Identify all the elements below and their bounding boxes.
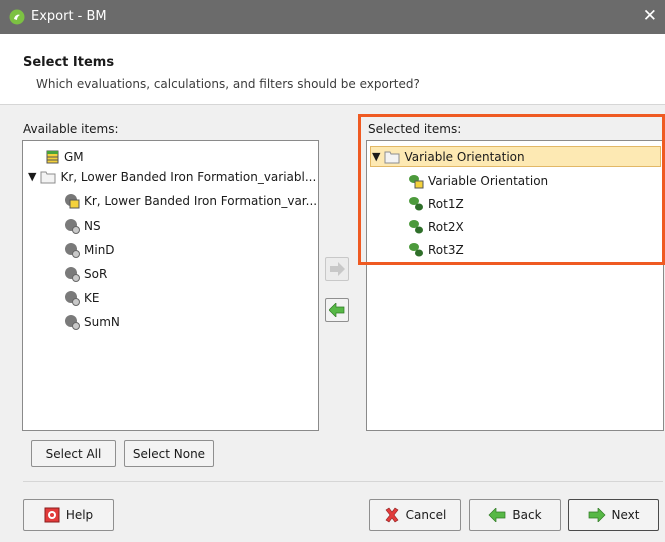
item-label: Rot1Z (428, 197, 464, 211)
list-item[interactable]: Rot2X (408, 217, 464, 237)
cancel-button[interactable]: Cancel (369, 499, 461, 531)
item-label: MinD (84, 243, 115, 257)
app-logo-icon (9, 9, 25, 25)
list-item[interactable]: NS (64, 216, 101, 236)
item-label: Variable Orientation (428, 174, 549, 188)
available-items-list[interactable]: GM ▼ Kr, Lower Banded Iron Formation_var… (22, 140, 319, 431)
page-subtitle: Which evaluations, calculations, and fil… (36, 77, 420, 91)
expander-icon[interactable]: ▼ (372, 147, 380, 167)
select-all-button[interactable]: Select All (31, 440, 116, 467)
folder-icon (384, 149, 400, 165)
item-label: SoR (84, 267, 108, 281)
list-item[interactable]: SumN (64, 312, 120, 332)
list-item[interactable]: KE (64, 288, 99, 308)
list-item[interactable]: MinD (64, 240, 115, 260)
item-label: KE (84, 291, 100, 305)
rotation-icon (408, 242, 424, 258)
statistic-icon (64, 314, 80, 330)
variable-orientation-icon (408, 173, 424, 189)
title-bar: Export - BM ✕ (0, 0, 665, 34)
wizard-header: Select Items Which evaluations, calculat… (0, 34, 665, 105)
close-icon[interactable]: ✕ (643, 6, 657, 26)
list-item[interactable]: GM (44, 147, 84, 167)
available-items-label: Available items: (23, 122, 119, 136)
item-label: Variable Orientation (404, 150, 525, 164)
back-button[interactable]: Back (469, 499, 561, 531)
table-icon (44, 149, 60, 165)
help-button[interactable]: Help (23, 499, 114, 531)
item-label: Rot2X (428, 220, 464, 234)
kriging-icon (64, 193, 80, 209)
arrow-right-icon (330, 262, 345, 276)
item-label: GM (64, 150, 84, 164)
list-item[interactable]: Variable Orientation (408, 171, 548, 191)
help-icon (44, 507, 60, 523)
selected-items-list[interactable]: ▼ Variable Orientation Variable Orientat… (366, 140, 664, 431)
cancel-label: Cancel (405, 508, 447, 522)
remove-from-selected-button[interactable] (325, 298, 349, 322)
item-label: Kr, Lower Banded Iron Formation_var... (84, 194, 318, 208)
page-title: Select Items (23, 55, 115, 70)
list-item[interactable]: Kr, Lower Banded Iron Formation_var... (64, 191, 317, 211)
folder-icon (40, 169, 56, 185)
add-to-selected-button[interactable] (325, 257, 349, 281)
item-label: SumN (84, 315, 120, 329)
selected-items-label: Selected items: (368, 122, 462, 136)
back-label: Back (512, 508, 542, 522)
rotation-icon (408, 219, 424, 235)
select-none-button[interactable]: Select None (124, 440, 214, 467)
item-label: Rot3Z (428, 243, 464, 257)
divider (23, 481, 663, 482)
arrow-right-icon (588, 508, 606, 522)
statistic-icon (64, 266, 80, 282)
list-item[interactable]: ▼ Kr, Lower Banded Iron Formation_variab… (28, 167, 316, 187)
list-item[interactable]: SoR (64, 264, 107, 284)
window-title: Export - BM (31, 9, 107, 24)
expander-icon[interactable]: ▼ (28, 167, 36, 187)
statistic-icon (64, 242, 80, 258)
next-button[interactable]: Next (568, 499, 659, 531)
arrow-left-icon (329, 303, 345, 317)
item-label: Kr, Lower Banded Iron Formation_variabl.… (60, 170, 317, 184)
rotation-icon (408, 196, 424, 212)
statistic-icon (64, 290, 80, 306)
list-item[interactable]: Rot3Z (408, 240, 464, 260)
arrow-left-icon (488, 508, 506, 522)
next-label: Next (611, 508, 640, 522)
statistic-icon (64, 218, 80, 234)
list-item[interactable]: ▼ Variable Orientation (372, 147, 525, 167)
help-label: Help (65, 508, 94, 522)
list-item[interactable]: Rot1Z (408, 194, 464, 214)
cancel-icon (384, 507, 400, 523)
item-label: NS (84, 219, 101, 233)
